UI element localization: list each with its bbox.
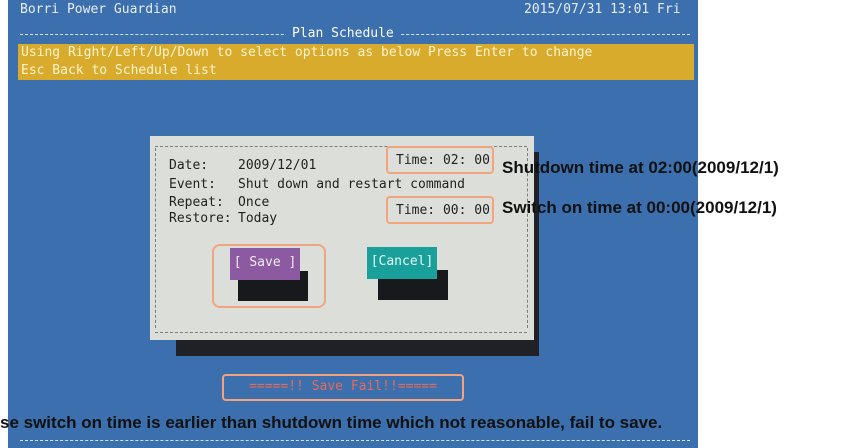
shutdown-time-annotation: Shutdown time at 02:00(2009/12/1) [502, 158, 779, 177]
page-title: Plan Schedule [286, 26, 400, 42]
restore-label: Restore: [169, 211, 232, 226]
bottom-rule [20, 440, 690, 441]
failure-reason-annotation: se switch on time is earlier than shutdo… [0, 413, 663, 432]
app-title: Borri Power Guardian [20, 2, 177, 17]
repeat-field[interactable]: Once [238, 195, 269, 211]
save-fail-message-box: =====!! Save Fail!!===== [222, 374, 464, 401]
shutdown-time-highlight: Time: 02: 00 [386, 146, 494, 174]
schedule-dialog: Date: 2009/12/01 Event: Shut down and re… [150, 136, 534, 340]
help-text-navigation: Using Right/Left/Up/Down to select optio… [21, 45, 593, 60]
save-fail-message: =====!! Save Fail!!===== [249, 379, 437, 394]
repeat-label: Repeat: [169, 195, 224, 210]
restore-field[interactable]: Today [238, 211, 277, 227]
switch-on-time-highlight: Time: 00: 00 [386, 196, 494, 224]
date-label: Date: [169, 158, 209, 173]
shutdown-time-field[interactable]: Time: 02: 00 [396, 153, 490, 169]
dialog-frame [155, 146, 527, 333]
cancel-button[interactable]: [Cancel] [367, 247, 437, 279]
event-label: Event: [169, 177, 216, 192]
event-field[interactable]: Shut down and restart command [238, 177, 465, 193]
dialog-frame-left [155, 148, 156, 328]
save-button-highlight [212, 244, 326, 308]
date-field[interactable]: 2009/12/01 [238, 158, 316, 174]
datetime: 2015/07/31 13:01 Fri [524, 2, 681, 17]
switch-on-time-annotation: Switch on time at 00:00(2009/12/1) [502, 198, 777, 217]
switch-on-time-field[interactable]: Time: 00: 00 [396, 203, 490, 219]
help-bar: Using Right/Left/Up/Down to select optio… [18, 44, 694, 80]
help-text-back: Esc Back to Schedule list [21, 63, 217, 78]
terminal-screen: Borri Power Guardian 2015/07/31 13:01 Fr… [8, 0, 698, 448]
